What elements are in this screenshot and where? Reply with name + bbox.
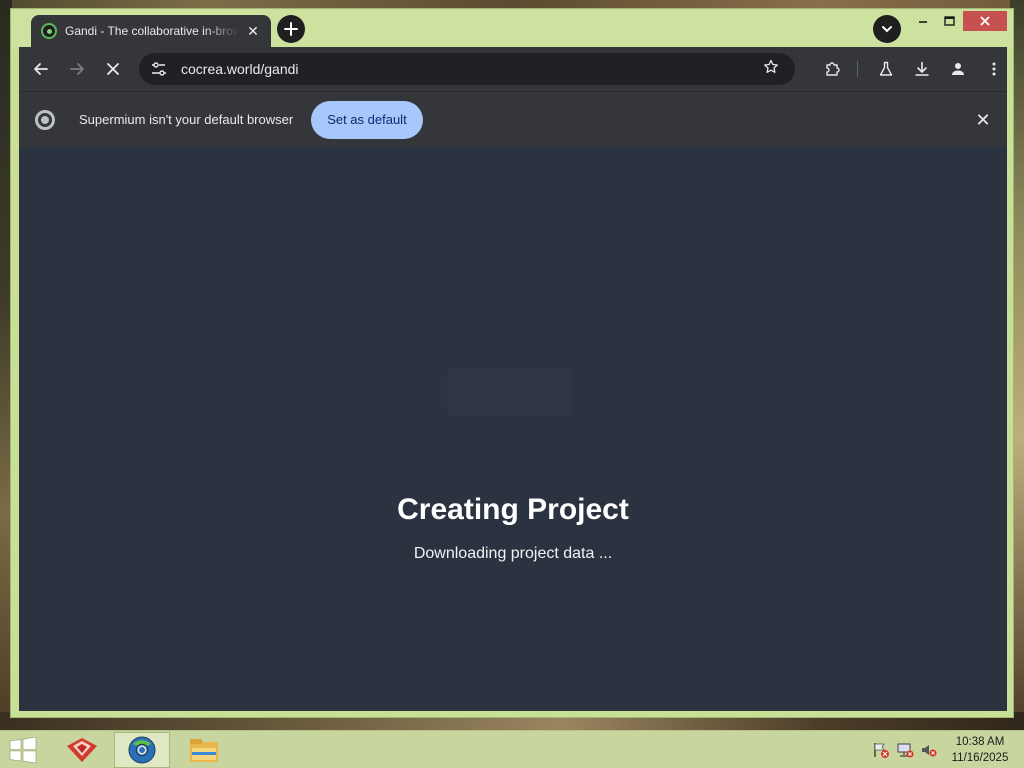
more-vert-icon (992, 62, 996, 76)
person-icon (952, 63, 964, 75)
stop-icon (107, 63, 119, 75)
clock-time: 10:38 AM (955, 736, 1005, 748)
faint-loading-mark (463, 453, 477, 461)
browser-window: Gandi - The collaborative in-browser ✕ c… (10, 8, 1014, 718)
file-explorer-icon (190, 739, 218, 762)
page-title: Creating Project (397, 493, 629, 526)
tab-close-icon[interactable]: ✕ (245, 23, 261, 39)
volume-muted-icon (922, 745, 937, 757)
url-text[interactable]: cocrea.world/gandi (181, 61, 759, 77)
window-minimize-button[interactable] (913, 11, 933, 31)
tab-gandi[interactable]: Gandi - The collaborative in-browser ✕ (31, 15, 271, 47)
plus-icon (284, 22, 298, 36)
labs-button[interactable] (870, 53, 902, 85)
profile-button[interactable] (942, 53, 974, 85)
extensions-button[interactable] (817, 53, 849, 85)
gandi-favicon-icon (41, 23, 57, 39)
loading-placeholder (447, 369, 573, 415)
maximize-icon (943, 15, 955, 26)
app-red-icon (67, 738, 97, 762)
start-button[interactable] (8, 736, 38, 764)
window-maximize-button[interactable] (939, 11, 959, 31)
bookmark-button[interactable] (759, 59, 783, 80)
tune-icon (152, 62, 166, 76)
browser-icon (128, 736, 156, 764)
downloads-button[interactable] (906, 53, 938, 85)
tray-network[interactable] (896, 741, 914, 759)
tray-volume[interactable] (920, 741, 938, 759)
stop-loading-button[interactable] (97, 53, 129, 85)
set-as-default-button[interactable]: Set as default (311, 100, 423, 139)
arrow-left-icon (34, 63, 48, 75)
new-tab-button[interactable] (277, 15, 305, 43)
puzzle-icon (826, 62, 840, 76)
taskbar-app-explorer[interactable] (176, 732, 232, 768)
back-button[interactable] (25, 53, 57, 85)
site-info-button[interactable] (151, 61, 171, 77)
tab-strip: Gandi - The collaborative in-browser ✕ (11, 9, 1013, 47)
taskbar-app-browser[interactable] (114, 732, 170, 768)
menu-button[interactable] (978, 53, 1010, 85)
address-bar[interactable]: cocrea.world/gandi (139, 53, 795, 85)
arrow-right-icon (70, 63, 84, 75)
chromium-logo-icon (35, 109, 55, 130)
tab-title: Gandi - The collaborative in-browser (65, 24, 239, 38)
system-clock[interactable]: 10:38 AM 11/16/2025 (944, 734, 1016, 766)
flask-icon (879, 61, 893, 76)
close-icon (980, 16, 990, 26)
clock-date: 11/16/2025 (951, 752, 1009, 764)
minimize-icon (919, 21, 927, 23)
page-content: Creating Project Downloading project dat… (19, 147, 1007, 711)
tab-search-button[interactable] (873, 15, 901, 43)
loading-status: Downloading project data ... (413, 545, 613, 562)
forward-button[interactable] (61, 53, 93, 85)
infobar-close-icon[interactable]: ✕ (973, 110, 993, 130)
star-icon (764, 59, 778, 73)
chevron-down-icon (882, 26, 892, 33)
browser-toolbar: cocrea.world/gandi (19, 47, 1007, 91)
windows-logo-icon (9, 736, 37, 764)
tray-action-center[interactable] (872, 741, 890, 759)
taskbar-app-red[interactable] (54, 732, 110, 768)
network-icon (897, 743, 914, 758)
infobar-message: Supermium isn't your default browser (79, 112, 294, 127)
toolbar-divider (857, 61, 858, 77)
download-icon (915, 61, 929, 76)
flag-icon (874, 743, 889, 758)
window-close-button[interactable] (963, 11, 1007, 31)
taskbar: 10:38 AM 11/16/2025 (0, 730, 1024, 768)
default-browser-infobar: Supermium isn't your default browser Set… (19, 91, 1007, 147)
